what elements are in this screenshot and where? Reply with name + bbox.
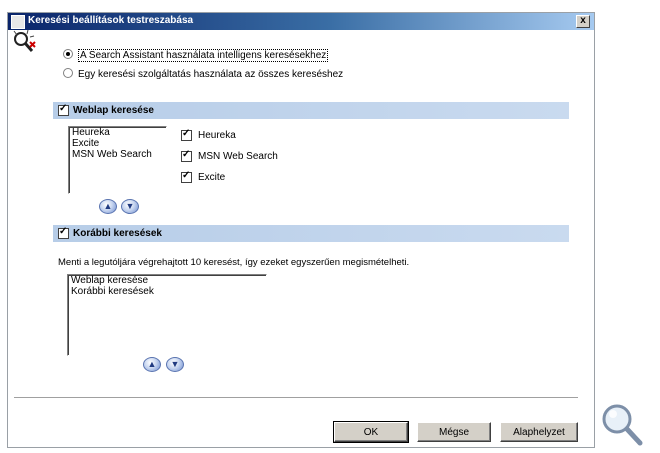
- provider-checkbox[interactable]: [181, 170, 192, 183]
- list-item[interactable]: Weblap keresése: [68, 275, 266, 286]
- list-item[interactable]: Heureka: [69, 127, 166, 138]
- web-search-order-list[interactable]: Heureka Excite MSN Web Search: [68, 126, 167, 194]
- radio-button[interactable]: [63, 68, 73, 79]
- close-button[interactable]: x: [576, 15, 590, 28]
- window-icon: [11, 15, 25, 29]
- window-title: Keresési beállítások testreszabása: [28, 15, 194, 26]
- radio-button[interactable]: [63, 49, 73, 60]
- provider-checkbox[interactable]: [181, 128, 192, 141]
- previous-searches-section-header: Korábbi keresések: [53, 225, 569, 242]
- previous-searches-header-label: Korábbi keresések: [73, 228, 162, 239]
- provider-checkbox[interactable]: [181, 149, 192, 162]
- provider-label: Excite: [198, 172, 226, 184]
- divider: [14, 397, 578, 399]
- provider-msn[interactable]: MSN Web Search: [181, 149, 278, 163]
- list-item[interactable]: Korábbi keresések: [68, 286, 266, 297]
- provider-label: MSN Web Search: [198, 151, 278, 163]
- previous-searches-list[interactable]: Weblap keresése Korábbi keresések: [67, 274, 267, 356]
- provider-excite[interactable]: Excite: [181, 170, 226, 184]
- list-item[interactable]: Excite: [69, 138, 166, 149]
- previous-searches-checkbox[interactable]: [58, 226, 69, 239]
- arrow-up-icon[interactable]: ▲: [99, 199, 117, 214]
- search-assistant-icon: [13, 29, 36, 52]
- radio-label: Egy keresési szolgáltatás használata az …: [78, 69, 344, 80]
- arrow-up-icon[interactable]: ▲: [143, 357, 161, 372]
- provider-label: Heureka: [198, 130, 236, 142]
- cancel-button[interactable]: Mégse: [417, 422, 491, 442]
- previous-searches-description: Menti a legutóljára végrehajtott 10 kere…: [58, 257, 410, 268]
- web-search-checkbox[interactable]: [58, 103, 69, 116]
- web-search-header-label: Weblap keresése: [73, 105, 154, 116]
- magnifier-icon[interactable]: [600, 402, 644, 448]
- reset-button[interactable]: Alaphelyzet: [500, 422, 578, 442]
- web-search-section-header: Weblap keresése: [53, 102, 569, 119]
- radio-search-assistant[interactable]: A Search Assistant használata intelligen…: [63, 49, 329, 62]
- provider-heureka[interactable]: Heureka: [181, 128, 236, 142]
- arrow-down-icon[interactable]: ▼: [121, 199, 139, 214]
- ok-button[interactable]: OK: [333, 421, 409, 443]
- arrow-down-icon[interactable]: ▼: [166, 357, 184, 372]
- radio-label: A Search Assistant használata intelligen…: [78, 49, 329, 62]
- title-bar: Keresési beállítások testreszabása x: [8, 13, 594, 30]
- radio-single-service[interactable]: Egy keresési szolgáltatás használata az …: [63, 68, 344, 80]
- list-item[interactable]: MSN Web Search: [69, 149, 166, 160]
